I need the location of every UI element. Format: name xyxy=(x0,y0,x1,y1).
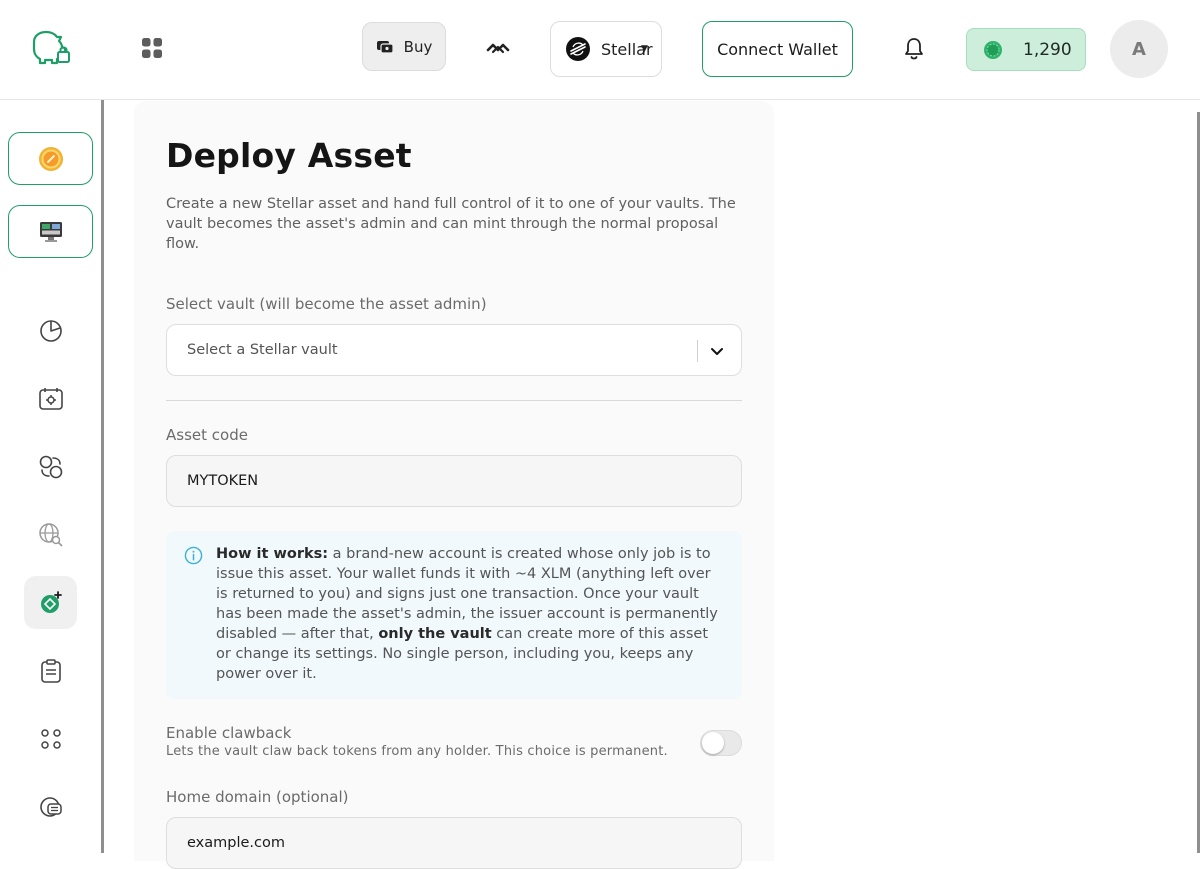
stellar-icon xyxy=(566,37,590,61)
avatar-initial: A xyxy=(1132,38,1146,60)
clawback-toggle[interactable] xyxy=(700,730,742,756)
chevron-down-icon[interactable] xyxy=(709,343,725,359)
toggle-knob xyxy=(702,732,724,754)
grid-icon xyxy=(142,38,162,58)
page-description: Create a new Stellar asset and hand full… xyxy=(166,196,736,252)
globe-search-icon xyxy=(38,522,63,547)
buy-label: Buy xyxy=(403,37,433,56)
nav-swap[interactable] xyxy=(24,440,77,493)
nav-explorer[interactable] xyxy=(24,508,77,561)
info-icon xyxy=(184,546,203,565)
clawback-help: Lets the vault claw back tokens from any… xyxy=(166,744,668,759)
select-separator xyxy=(697,340,698,362)
calendar-gear-icon xyxy=(38,387,63,410)
user-avatar[interactable]: A xyxy=(1110,20,1168,78)
vault-select[interactable]: Select a Stellar vault xyxy=(166,324,742,376)
vault-tile-gold[interactable] xyxy=(8,132,93,185)
vault-select-label: Select vault (will become the asset admi… xyxy=(166,295,487,313)
how-it-works-emphasis: only the vault xyxy=(378,626,492,642)
connect-wallet-button[interactable]: Connect Wallet xyxy=(702,21,853,77)
buy-button[interactable]: Buy xyxy=(362,22,446,71)
sidebar xyxy=(0,100,104,853)
nav-schedule[interactable] xyxy=(24,372,77,425)
points-value: 1,290 xyxy=(1023,39,1072,60)
coin-icon xyxy=(984,40,1002,59)
home-domain-input[interactable] xyxy=(166,817,742,869)
deploy-asset-icon xyxy=(40,590,62,613)
wave-icon xyxy=(486,43,510,54)
card-icon xyxy=(376,40,394,54)
apps-grid-button[interactable] xyxy=(136,32,168,64)
swap-coins-icon xyxy=(39,455,62,478)
pie-chart-icon xyxy=(39,319,62,342)
bell-icon xyxy=(905,38,923,60)
clipboard-icon xyxy=(40,658,61,683)
clawback-label: Enable clawback xyxy=(166,724,292,742)
network-selector[interactable]: Stellar ▼ xyxy=(550,21,662,77)
chevron-down-icon: ▼ xyxy=(641,44,648,54)
apps-dots-icon xyxy=(40,728,61,749)
asset-code-label: Asset code xyxy=(166,426,248,444)
notifications-button[interactable] xyxy=(900,35,928,63)
vault-tile-screen[interactable] xyxy=(8,205,93,258)
how-it-works-callout: How it works: a brand-new account is cre… xyxy=(166,531,742,699)
page-title: Deploy Asset xyxy=(166,136,412,175)
home-domain-label: Home domain (optional) xyxy=(166,788,349,806)
vault-avatar-screen-icon xyxy=(39,221,62,242)
wave-button[interactable] xyxy=(484,36,512,60)
vault-avatar-gold-icon xyxy=(38,146,63,171)
how-it-works-heading: How it works: xyxy=(216,546,329,562)
top-bar: Buy Stellar ▼ Connect Wallet 1,290 A xyxy=(0,0,1200,100)
nav-proposals[interactable] xyxy=(24,644,77,697)
asset-code-input[interactable] xyxy=(166,455,742,507)
nav-assets[interactable] xyxy=(24,780,77,833)
piggy-bank-lock-logo[interactable] xyxy=(30,28,72,66)
nav-deploy-asset[interactable] xyxy=(24,576,77,629)
points-badge[interactable]: 1,290 xyxy=(966,28,1086,71)
how-it-works-text: How it works: a brand-new account is cre… xyxy=(216,544,726,684)
section-divider xyxy=(166,400,742,401)
stack-coins-icon xyxy=(39,796,62,817)
connect-wallet-label: Connect Wallet xyxy=(717,39,838,59)
nav-apps[interactable] xyxy=(24,712,77,765)
vault-select-placeholder: Select a Stellar vault xyxy=(187,342,338,358)
nav-analytics[interactable] xyxy=(24,304,77,357)
